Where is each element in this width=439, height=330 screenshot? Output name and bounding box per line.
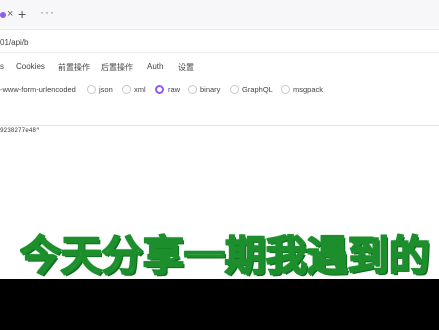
url-bar[interactable]: 01/api/b <box>0 33 439 53</box>
tab-settings[interactable]: 设置 <box>178 62 194 73</box>
tab-cookies[interactable]: Cookies <box>16 62 45 71</box>
url-input[interactable]: 01/api/b <box>0 38 28 47</box>
body-type-xml[interactable]: xml <box>134 85 146 94</box>
video-letterbox <box>0 279 439 330</box>
body-type-urlencoded[interactable]: -www-form-urlencoded <box>0 85 76 94</box>
radio-msgpack[interactable] <box>281 85 290 94</box>
more-tabs-icon[interactable]: ··· <box>40 5 55 19</box>
tab-strip: × + ··· <box>0 0 439 30</box>
video-subtitle: 今天分享一期我遇到的 <box>20 231 431 281</box>
tab-post-operations[interactable]: 后置操作 <box>101 62 133 73</box>
divider <box>0 52 439 53</box>
radio-xml[interactable] <box>122 85 131 94</box>
add-tab-button[interactable]: + <box>18 6 26 22</box>
body-type-json[interactable]: json <box>99 85 113 94</box>
tab-auth[interactable]: Auth <box>147 62 163 71</box>
radio-binary[interactable] <box>188 85 197 94</box>
app-window: × + ··· 01/api/b s Cookies 前置操作 后置操作 Aut… <box>0 0 439 330</box>
radio-raw-selected[interactable] <box>155 85 164 94</box>
divider <box>0 125 439 126</box>
request-status-dot-icon <box>0 12 6 18</box>
raw-body-editor[interactable]: 9238277e48" <box>0 127 40 134</box>
body-type-binary[interactable]: binary <box>200 85 220 94</box>
body-type-raw[interactable]: raw <box>168 85 180 94</box>
radio-graphql[interactable] <box>230 85 239 94</box>
radio-json[interactable] <box>87 85 96 94</box>
tab-params[interactable]: s <box>0 62 4 71</box>
body-type-msgpack[interactable]: msgpack <box>293 85 323 94</box>
body-type-graphql[interactable]: GraphQL <box>242 85 273 94</box>
close-tab-icon[interactable]: × <box>7 8 13 20</box>
tab-pre-operations[interactable]: 前置操作 <box>58 62 90 73</box>
